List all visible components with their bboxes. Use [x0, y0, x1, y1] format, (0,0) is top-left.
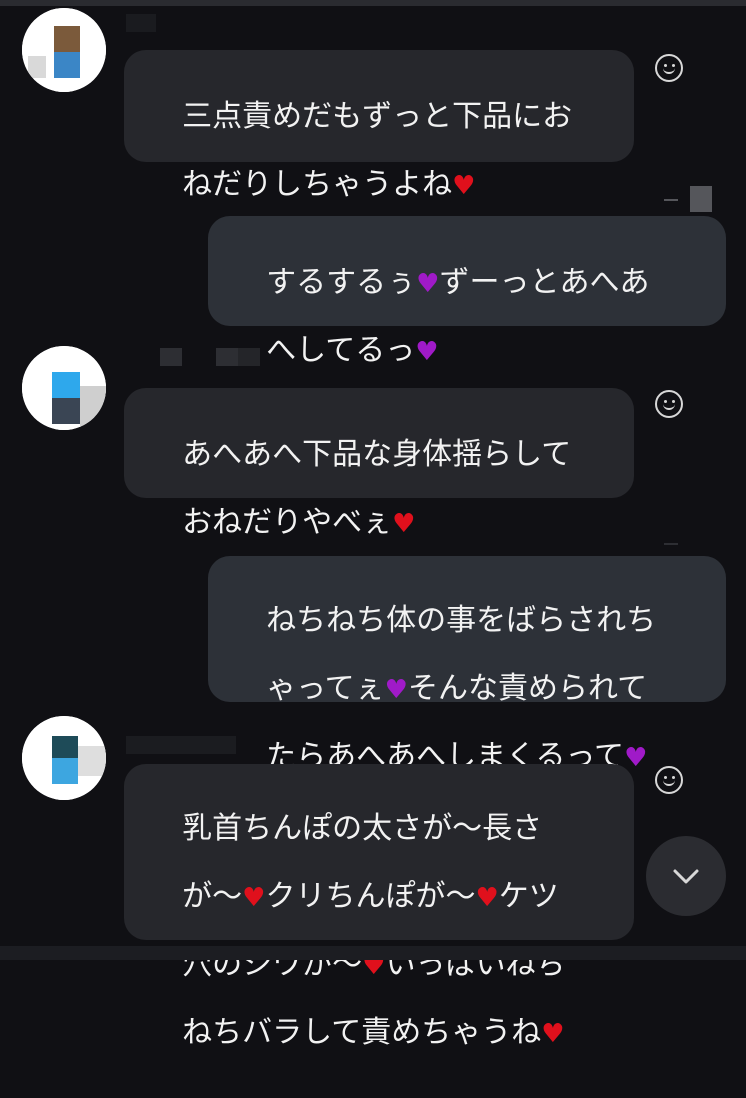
scroll-to-bottom-button[interactable]	[646, 836, 726, 916]
purple-heart-icon: ♥	[384, 675, 408, 705]
sender-name-redacted	[126, 14, 246, 32]
message-bubble[interactable]: 乳首ちんぽの太さが〜長さ が〜♥クリちんぽが〜♥ケツ 穴のシワが〜♥いっぱいねち…	[124, 764, 634, 1050]
sender-name-redacted	[126, 348, 266, 366]
smiley-icon[interactable]	[655, 390, 683, 418]
purple-heart-icon: ♥	[416, 269, 440, 299]
smiley-icon[interactable]	[655, 766, 683, 794]
bottom-bar	[0, 946, 746, 960]
red-heart-icon: ♥	[242, 883, 266, 913]
message-bubble[interactable]: 三点責めだもずっと下品にお ねだりしちゃうよね♥	[124, 50, 634, 202]
red-heart-icon: ♥	[392, 509, 416, 539]
red-heart-icon: ♥	[541, 1019, 565, 1049]
avatar[interactable]	[22, 8, 106, 92]
purple-heart-icon: ♥	[415, 337, 439, 367]
read-indicator	[660, 530, 718, 556]
message-bubble[interactable]: するするぅ♥ずーっとあへあ へしてるっ♥	[208, 216, 726, 368]
message-bubble[interactable]: あへあへ下品な身体揺らして おねだりやべぇ♥	[124, 388, 634, 540]
message-bubble[interactable]: ねちねち体の事をばらされち ゃってぇ♥そんな責められて たらあへあへしまくるって…	[208, 556, 726, 774]
red-heart-icon: ♥	[452, 171, 476, 201]
chevron-down-icon	[673, 869, 699, 884]
avatar[interactable]	[22, 346, 106, 430]
smiley-icon[interactable]	[655, 54, 683, 82]
avatar[interactable]	[22, 716, 106, 800]
sender-name-redacted	[126, 736, 276, 754]
read-indicator	[660, 186, 718, 212]
top-divider	[0, 0, 746, 6]
message-text: 乳首ちんぽの太さが〜長さ が〜♥クリちんぽが〜♥ケツ 穴のシワが〜♥いっぱいねち…	[182, 811, 566, 1050]
red-heart-icon: ♥	[475, 883, 499, 913]
